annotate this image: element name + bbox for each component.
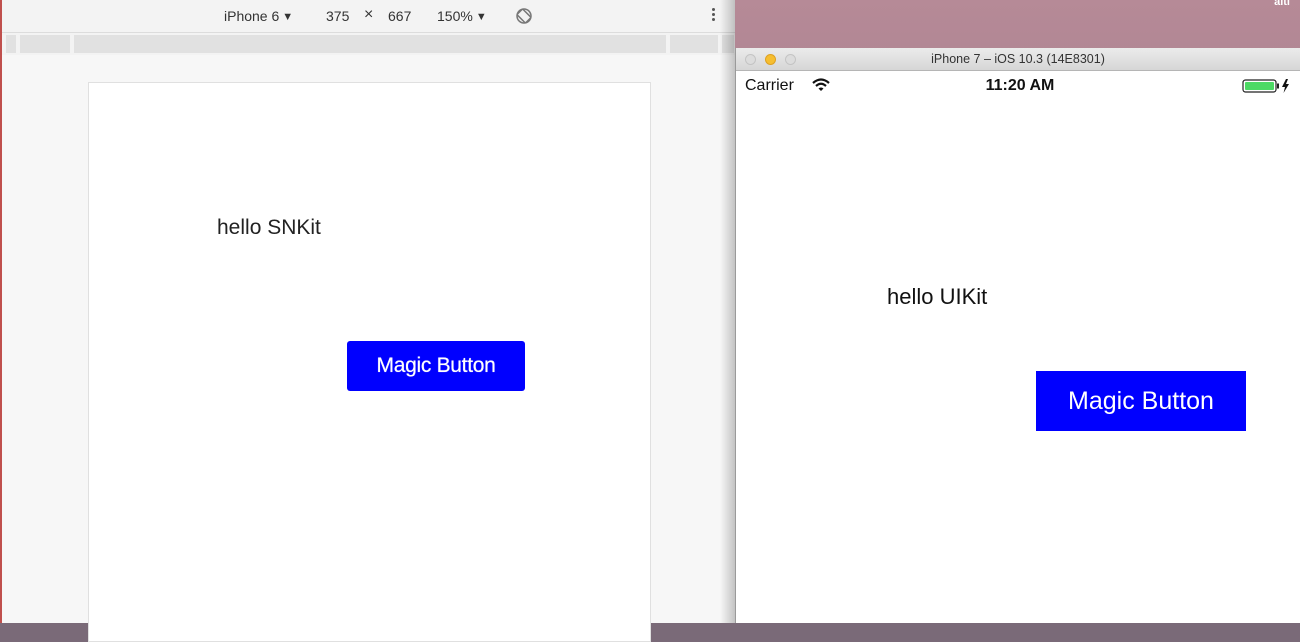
- zoom-select-label: 150%: [437, 8, 473, 24]
- ios-status-bar: Carrier 11:20 AM: [736, 72, 1300, 102]
- devtools-device-mode: iPhone 6 ▼ 375 × 667 150% ▼ hello SNKit Ma…: [0, 0, 735, 642]
- height-field[interactable]: 667: [388, 7, 411, 25]
- magic-button[interactable]: Magic Button: [347, 341, 525, 391]
- times-separator: ×: [364, 6, 374, 23]
- battery-charging-icon: [1242, 79, 1289, 93]
- device-select-label: iPhone 6: [224, 8, 280, 24]
- device-toolbar: iPhone 6 ▼ 375 × 667 150% ▼: [2, 0, 735, 33]
- width-field[interactable]: 375: [326, 7, 349, 25]
- hello-label: hello UIKit: [887, 284, 988, 309]
- ruler-segment[interactable]: [6, 35, 16, 53]
- device-select[interactable]: iPhone 6 ▼: [224, 7, 293, 26]
- window-title: iPhone 7 – iOS 10.3 (14E8301): [931, 52, 1105, 66]
- kebab-menu-icon[interactable]: [708, 6, 718, 26]
- chevron-down-icon: ▼: [282, 11, 294, 23]
- media-query-ruler[interactable]: [6, 35, 734, 53]
- ruler-segment[interactable]: [670, 35, 718, 53]
- chevron-down-icon: ▼: [475, 11, 487, 23]
- simulator-window: iPhone 7 – iOS 10.3 (14E8301) Carrier 11…: [735, 48, 1300, 623]
- zoom-select[interactable]: 150% ▼: [437, 7, 487, 26]
- ruler-segment[interactable]: [74, 35, 666, 53]
- ruler-segment[interactable]: [20, 35, 70, 53]
- simulator-titlebar[interactable]: iPhone 7 – iOS 10.3 (14E8301): [736, 48, 1300, 71]
- hello-label: hello SNKit: [217, 216, 321, 239]
- rotate-icon[interactable]: [514, 6, 534, 26]
- status-time: 11:20 AM: [985, 77, 1055, 94]
- magic-button[interactable]: Magic Button: [1036, 371, 1246, 431]
- desktop-fragment: aiti: [1274, 0, 1290, 8]
- emulated-viewport: hello SNKit Magic Button: [88, 82, 651, 642]
